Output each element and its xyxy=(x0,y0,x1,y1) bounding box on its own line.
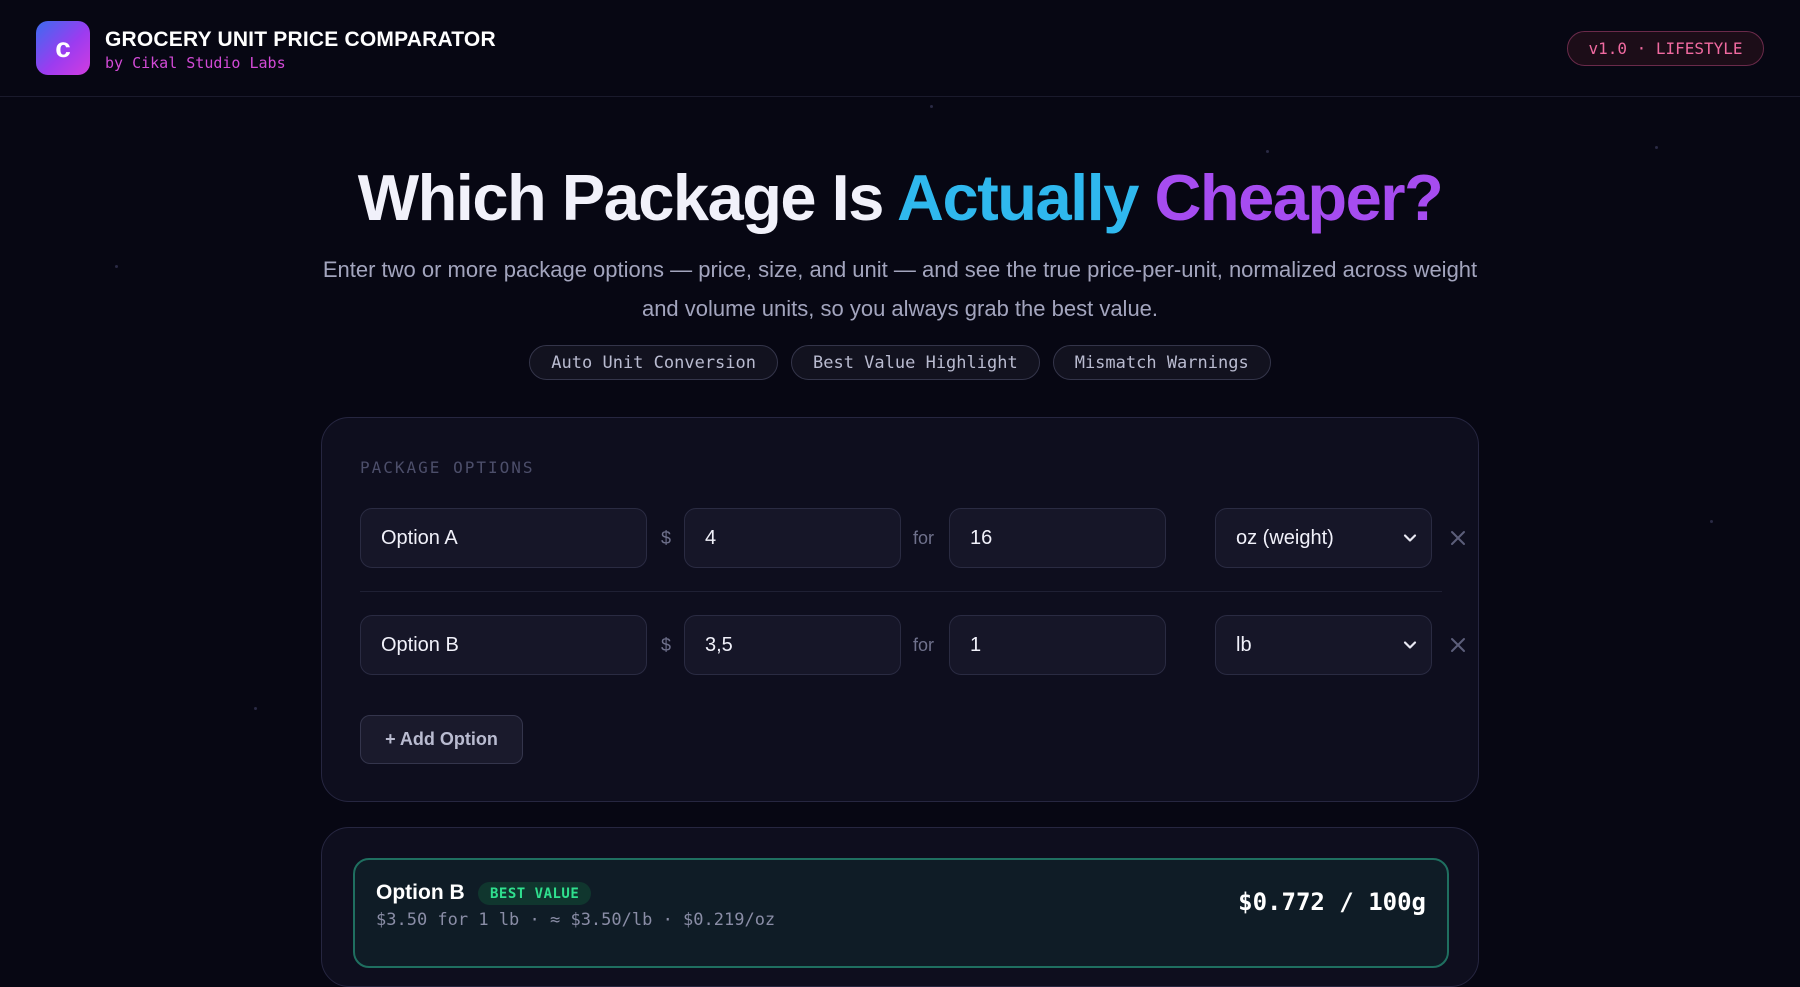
feature-chips: Auto Unit Conversion Best Value Highligh… xyxy=(0,345,1800,380)
hero-title-highlight-actually: Actually xyxy=(897,161,1139,234)
background-speck xyxy=(1266,150,1269,153)
currency-symbol: $ xyxy=(661,634,672,655)
currency-symbol: $ xyxy=(661,527,672,548)
background-speck xyxy=(1655,146,1658,149)
result-option-name: Option B xyxy=(376,881,465,904)
option-size-input[interactable]: 1 xyxy=(949,615,1166,675)
result-detail: $3.50 for 1 lb · ≈ $3.50/lb · $0.219/oz xyxy=(376,910,776,930)
remove-option-button[interactable] xyxy=(1443,508,1473,568)
best-value-badge: BEST VALUE xyxy=(478,882,592,905)
top-bar: c GROCERY UNIT PRICE COMPARATOR by Cikal… xyxy=(0,0,1800,97)
background-speck xyxy=(254,707,257,710)
normalized-unit-price: $0.772 / 100g xyxy=(1238,888,1426,916)
hero-title-highlight-cheaper: Cheaper? xyxy=(1154,161,1443,234)
option-name-input[interactable]: Option A xyxy=(360,508,647,568)
option-name-value: Option B xyxy=(381,633,459,656)
option-price-input[interactable]: 3,5 xyxy=(684,615,901,675)
option-row: Option A $ 4 for 16 oz (weight) xyxy=(360,508,1465,568)
option-name-value: Option A xyxy=(381,526,458,549)
app-title: GROCERY UNIT PRICE COMPARATOR xyxy=(105,28,496,51)
option-size-value: 16 xyxy=(970,526,993,549)
background-speck xyxy=(1710,520,1713,523)
background-speck xyxy=(930,105,933,108)
option-unit-value: lb xyxy=(1236,633,1252,656)
option-name-input[interactable]: Option B xyxy=(360,615,647,675)
for-label: for xyxy=(913,527,935,548)
feature-chip: Mismatch Warnings xyxy=(1052,345,1271,380)
feature-chip: Best Value Highlight xyxy=(791,345,1040,380)
background-speck xyxy=(115,265,118,268)
add-option-button[interactable]: + Add Option xyxy=(360,715,523,764)
option-unit-value: oz (weight) xyxy=(1236,526,1334,549)
option-size-value: 1 xyxy=(970,633,982,656)
row-divider xyxy=(360,591,1442,592)
best-value-result: Option B BEST VALUE $3.50 for 1 lb · ≈ $… xyxy=(353,858,1449,968)
results-card: Option B BEST VALUE $3.50 for 1 lb · ≈ $… xyxy=(321,827,1479,987)
chevron-down-icon xyxy=(1403,534,1417,542)
for-label: for xyxy=(913,634,935,655)
option-size-input[interactable]: 16 xyxy=(949,508,1166,568)
option-unit-select[interactable]: oz (weight) xyxy=(1215,508,1432,568)
version-badge: v1.0 · LIFESTYLE xyxy=(1567,31,1764,66)
hero-title-part1: Which Package Is xyxy=(357,161,898,234)
option-price-input[interactable]: 4 xyxy=(684,508,901,568)
option-price-value: 4 xyxy=(705,526,717,549)
feature-chip: Auto Unit Conversion xyxy=(529,345,778,380)
chevron-down-icon xyxy=(1403,641,1417,649)
option-row: Option B $ 3,5 for 1 lb xyxy=(360,615,1465,675)
package-options-card: PACKAGE OPTIONS Option A $ 4 for 16 oz (… xyxy=(321,417,1479,802)
close-icon xyxy=(1451,638,1465,652)
hero-title: Which Package Is Actually Cheaper? xyxy=(0,160,1800,235)
option-price-value: 3,5 xyxy=(705,633,733,656)
app-subtitle: by Cikal Studio Labs xyxy=(105,54,286,72)
close-icon xyxy=(1451,531,1465,545)
section-label: PACKAGE OPTIONS xyxy=(360,458,535,477)
app-logo: c xyxy=(36,21,90,75)
logo-letter: c xyxy=(55,32,71,63)
hero-subtitle: Enter two or more package options — pric… xyxy=(322,257,1478,321)
option-unit-select[interactable]: lb xyxy=(1215,615,1432,675)
remove-option-button[interactable] xyxy=(1443,615,1473,675)
